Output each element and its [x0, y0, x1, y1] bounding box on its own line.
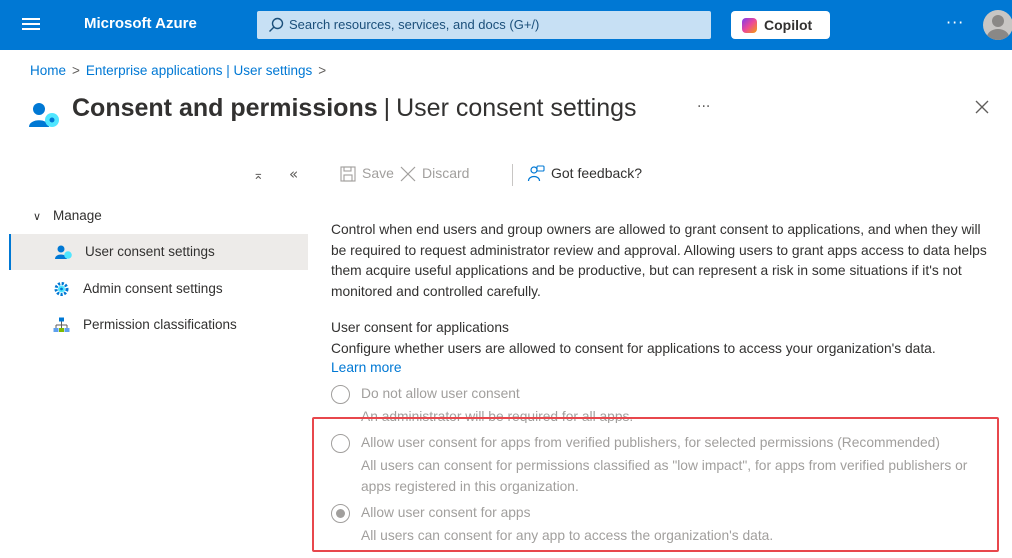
- copilot-label: Copilot: [764, 17, 813, 33]
- sidebar-item-user-consent-settings[interactable]: User consent settings: [9, 234, 308, 270]
- option-label: Do not allow user consent: [361, 386, 520, 401]
- search-placeholder: Search resources, services, and docs (G+…: [289, 17, 540, 32]
- option-label: Allow user consent for apps from verifie…: [361, 435, 940, 450]
- radio-verified-publishers[interactable]: [331, 434, 350, 453]
- close-icon[interactable]: [970, 95, 994, 119]
- collapse-all-icon[interactable]: ⌅: [253, 168, 264, 183]
- collapse-sidebar-icon[interactable]: «: [289, 165, 298, 183]
- sidebar-item-label: Permission classifications: [83, 317, 237, 332]
- sidebar-item-admin-consent-settings[interactable]: Admin consent settings: [9, 271, 308, 307]
- save-button[interactable]: Save: [340, 165, 394, 182]
- sidebar-item-permission-classifications[interactable]: Permission classifications: [9, 307, 308, 343]
- page-title: Consent and permissions | User consent set…: [72, 94, 637, 123]
- option-subtext: All users can consent for any app to acc…: [361, 528, 774, 543]
- brand-title[interactable]: Microsoft Azure: [84, 15, 197, 32]
- breadcrumb-home[interactable]: Home: [30, 63, 66, 78]
- manage-group-header[interactable]: ∨ Manage: [33, 208, 102, 223]
- section-description: Configure whether users are allowed to c…: [331, 341, 936, 356]
- breadcrumb: Home > Enterprise applications | User sett…: [30, 63, 332, 78]
- save-icon: [340, 166, 356, 182]
- radio-allow-all-apps[interactable]: [331, 504, 350, 523]
- consent-description: Control when end users and group owners …: [331, 222, 987, 299]
- sidebar-item-label: Admin consent settings: [83, 281, 223, 296]
- breadcrumb-enterprise-apps[interactable]: Enterprise applications | User settings: [86, 63, 312, 78]
- manage-label: Manage: [53, 208, 102, 223]
- search-input[interactable]: Search resources, services, and docs (G+…: [257, 11, 711, 39]
- feedback-button[interactable]: Got feedback?: [527, 165, 642, 183]
- close-icon: [400, 166, 416, 182]
- command-divider: [512, 164, 513, 186]
- radio-do-not-allow[interactable]: [331, 385, 350, 404]
- learn-more-link[interactable]: Learn more: [331, 360, 402, 375]
- discard-label: Discard: [422, 165, 470, 181]
- copilot-icon: [742, 18, 757, 33]
- page-title-sub: User consent settings: [396, 94, 637, 122]
- avatar[interactable]: [983, 10, 1012, 40]
- option-subtext: All users can consent for permissions cl…: [361, 458, 968, 494]
- hamburger-menu-icon[interactable]: [22, 15, 40, 33]
- hierarchy-icon: [53, 317, 70, 332]
- user-consent-icon: [29, 103, 59, 127]
- save-label: Save: [362, 165, 394, 181]
- gear-icon: [54, 282, 69, 296]
- title-divider: |: [383, 94, 391, 122]
- more-options-icon[interactable]: ···: [946, 13, 964, 32]
- option-label: Allow user consent for apps: [361, 505, 531, 520]
- user-consent-icon: [55, 245, 72, 259]
- discard-button[interactable]: Discard: [400, 165, 469, 182]
- breadcrumb-separator: >: [318, 63, 327, 78]
- page-title-main: Consent and permissions: [72, 94, 378, 122]
- chevron-down-icon: ∨: [33, 211, 42, 223]
- top-bar: Microsoft Azure Search resources, servic…: [0, 0, 1012, 50]
- section-title: User consent for applications: [331, 320, 509, 335]
- breadcrumb-separator: >: [72, 63, 80, 78]
- sidebar-item-label: User consent settings: [85, 244, 215, 259]
- option-subtext: An administrator will be required for al…: [361, 409, 634, 423]
- title-more-icon[interactable]: ···: [697, 99, 710, 115]
- feedback-icon: [527, 165, 545, 182]
- search-icon: [269, 17, 284, 32]
- feedback-label: Got feedback?: [551, 165, 643, 181]
- copilot-button[interactable]: Copilot: [731, 11, 830, 39]
